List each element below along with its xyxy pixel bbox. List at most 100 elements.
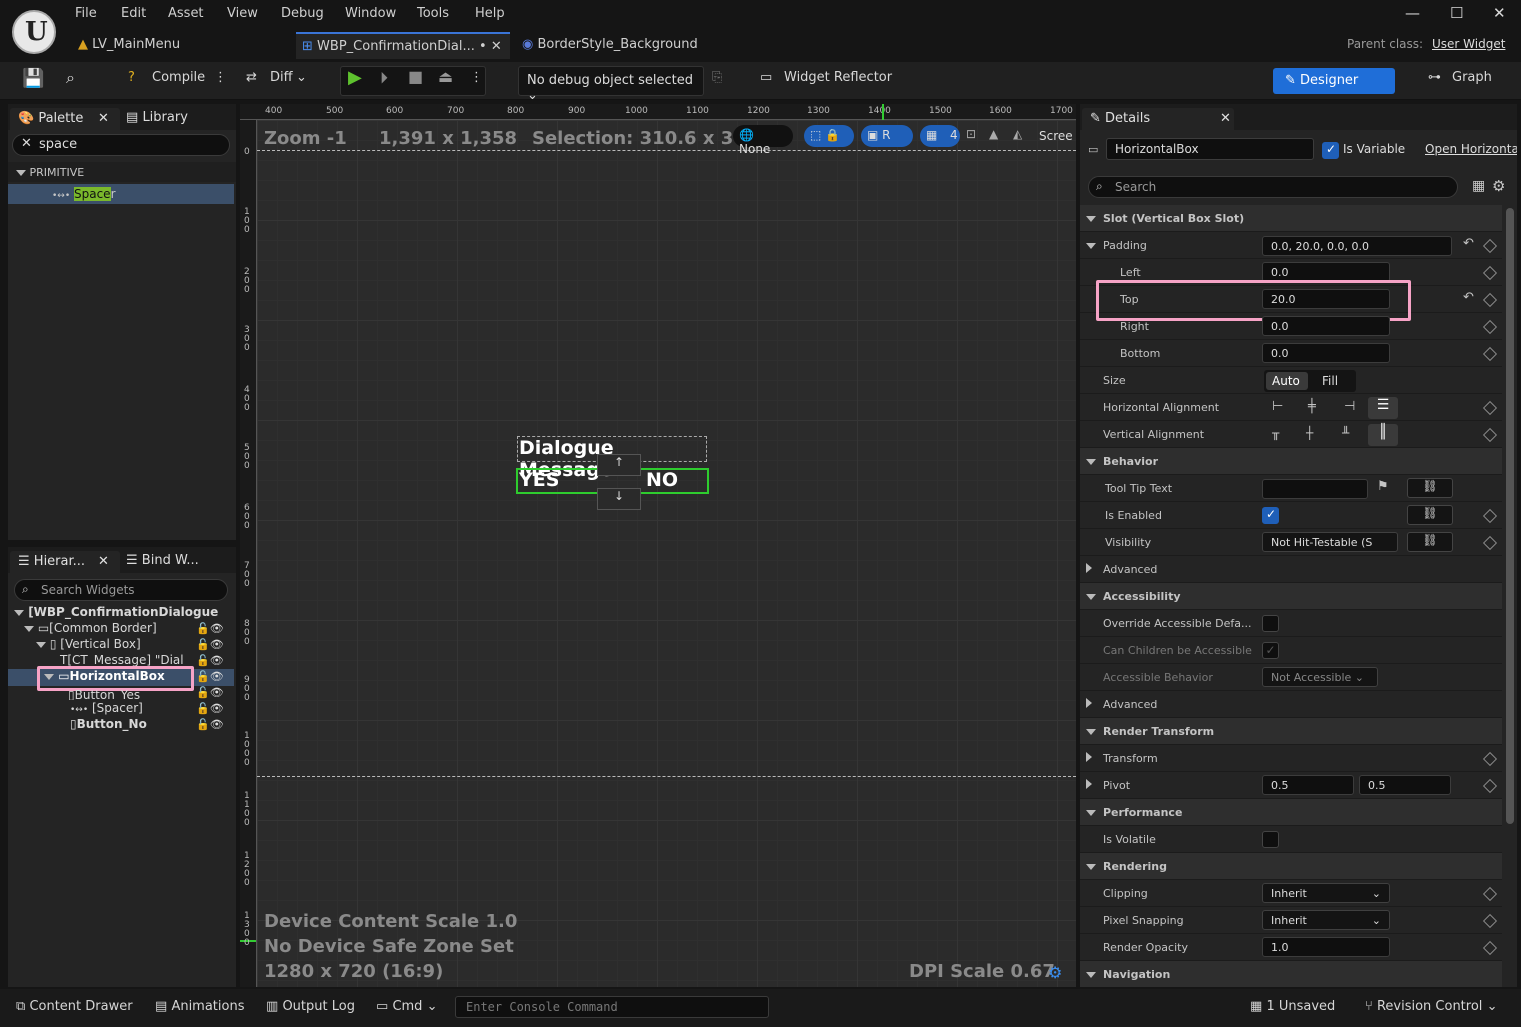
eye-icon[interactable]: 👁 [210, 638, 224, 651]
align-vfill-icon[interactable]: ║ [1368, 424, 1398, 446]
lock-icon[interactable]: 🔓 [196, 654, 210, 667]
dpi-settings-icon[interactable]: ⚙ [1048, 963, 1062, 982]
tab-palette[interactable]: 🎨 Palette ✕ [10, 108, 120, 130]
is-variable-checkbox[interactable] [1322, 142, 1339, 159]
keyframe-diamond-icon[interactable] [1482, 265, 1498, 281]
revision-control-button[interactable]: ⑂ Revision Control ⌄ [1365, 999, 1497, 1014]
prop-advanced[interactable]: Advanced [1080, 556, 1502, 583]
eye-icon[interactable]: 👁 [210, 686, 224, 699]
lock-icon[interactable]: 🔓 [196, 670, 210, 683]
category-primitive[interactable]: PRIMITIVE [8, 162, 236, 182]
background-icon[interactable]: ▲ [989, 127, 998, 141]
align-fill-icon[interactable]: ☰ [1368, 397, 1398, 419]
size-auto-button[interactable]: Auto [1266, 372, 1308, 390]
selection-lock-toggle[interactable]: ⬚ 🔒 [804, 125, 854, 147]
align-bottom-icon[interactable]: ╨ [1342, 426, 1349, 440]
debug-browse-icon[interactable]: ⎘ [712, 70, 722, 85]
unreal-logo[interactable] [12, 10, 56, 54]
collapse-icon[interactable] [1086, 779, 1092, 789]
close-icon[interactable]: ✕ [98, 554, 109, 569]
widget-name-input[interactable]: HorizontalBox [1106, 138, 1314, 160]
respect-locks-toggle[interactable]: ▣ R [861, 125, 913, 147]
details-search-input[interactable]: ⌕ Search [1088, 176, 1458, 198]
close-window-icon[interactable]: ✕ [1493, 4, 1506, 22]
eye-icon[interactable]: 👁 [210, 702, 224, 715]
align-middle-icon[interactable]: ┼ [1306, 426, 1313, 440]
outline-icon[interactable]: ⊡ [966, 127, 976, 141]
lock-icon[interactable]: 🔓 [196, 622, 210, 635]
no-button-text[interactable]: NO [646, 469, 678, 491]
menu-asset[interactable]: Asset [168, 6, 204, 21]
eye-icon[interactable]: 👁 [210, 718, 224, 731]
section-behavior[interactable]: Behavior [1080, 448, 1502, 475]
pixel-snapping-select[interactable]: Inherit ⌄ [1262, 910, 1390, 930]
screen-size-dropdown[interactable]: Scree [1039, 129, 1073, 143]
size-fill-button[interactable]: Fill [1322, 374, 1338, 388]
keyframe-diamond-icon[interactable] [1482, 751, 1498, 767]
section-performance[interactable]: Performance [1080, 799, 1502, 826]
tab-hierarchy[interactable]: ☰ Hierar... ✕ [10, 551, 120, 573]
move-down-button[interactable]: ↓ [597, 488, 641, 510]
keyframe-diamond-icon[interactable] [1482, 319, 1498, 335]
section-navigation[interactable]: Navigation [1080, 961, 1502, 987]
localization-button[interactable]: 🌐 None [733, 125, 793, 156]
is-enabled-checkbox[interactable] [1262, 507, 1279, 524]
keyframe-diamond-icon[interactable] [1482, 886, 1498, 902]
is-volatile-checkbox[interactable] [1262, 831, 1279, 848]
padding-left-input[interactable]: 0.0 [1262, 262, 1390, 282]
grid-size-value[interactable]: 4 [950, 128, 958, 142]
open-widget-link[interactable]: Open Horizonta [1425, 142, 1517, 156]
flag-icon[interactable]: ⚑ [1377, 479, 1389, 494]
keyframe-diamond-icon[interactable] [1482, 535, 1498, 551]
eye-icon[interactable]: 👁 [210, 622, 224, 635]
console-input[interactable]: Enter Console Command [455, 996, 769, 1018]
save-icon[interactable]: 💾 [22, 68, 44, 89]
expand-icon[interactable] [1086, 243, 1096, 249]
section-accessibility[interactable]: Accessibility [1080, 583, 1502, 610]
tab-bind-widgets[interactable]: ☰ Bind W... [126, 553, 199, 568]
keyframe-diamond-icon[interactable] [1482, 508, 1498, 524]
bind-link-icon[interactable]: ⛓ [1407, 532, 1453, 552]
animations-button[interactable]: ▤ Animations [155, 999, 245, 1014]
mirror-icon[interactable]: ◭ [1013, 127, 1022, 141]
keyframe-diamond-icon[interactable] [1482, 400, 1498, 416]
step-icon[interactable]: ⏵ [380, 68, 388, 88]
tab-library[interactable]: ▤ Library [126, 110, 188, 125]
section-render-transform[interactable]: Render Transform [1080, 718, 1502, 745]
pivot-x-input[interactable]: 0.5 [1262, 775, 1354, 795]
tab-lv-mainmenu[interactable]: ▲ LV_MainMenu [78, 32, 288, 59]
keyframe-diamond-icon[interactable] [1482, 238, 1498, 254]
keyframe-diamond-icon[interactable] [1482, 913, 1498, 929]
diff-button[interactable]: Diff [270, 70, 293, 85]
tab-borderstyle[interactable]: ◉ BorderStyle_Background [522, 32, 722, 59]
chevron-down-icon[interactable]: ⌄ [296, 70, 307, 85]
padding-bottom-input[interactable]: 0.0 [1262, 343, 1390, 363]
property-matrix-icon[interactable]: ▦ [1472, 178, 1485, 194]
stop-icon[interactable]: ■ [408, 67, 423, 86]
details-scrollbar[interactable] [1506, 208, 1514, 824]
align-top-icon[interactable]: ╥ [1272, 426, 1279, 440]
close-tab-icon[interactable]: ✕ [491, 39, 502, 54]
clipping-select[interactable]: Inherit ⌄ [1262, 883, 1390, 903]
keyframe-diamond-icon[interactable] [1482, 346, 1498, 362]
clear-search-icon[interactable]: ✕ [21, 136, 32, 151]
padding-input[interactable]: 0.0, 20.0, 0.0, 0.0 [1262, 236, 1452, 256]
lock-icon[interactable]: 🔓 [196, 702, 210, 715]
close-icon[interactable]: ✕ [98, 111, 109, 126]
align-left-icon[interactable]: ⊢ [1272, 399, 1283, 414]
palette-item-spacer[interactable]: •↔• Spacer [8, 184, 234, 204]
widget-reflector-button[interactable]: Widget Reflector [784, 70, 892, 85]
lock-icon[interactable]: 🔓 [196, 686, 210, 699]
palette-search-input[interactable]: ✕ space [12, 134, 230, 156]
hierarchy-row-root[interactable]: [WBP_ConfirmationDialogue [8, 605, 240, 621]
section-slot[interactable]: Slot (Vertical Box Slot) [1080, 205, 1502, 232]
menu-tools[interactable]: Tools [417, 6, 449, 21]
tab-wbp-confirmation[interactable]: ⊞ WBP_ConfirmationDial... • ✕ [296, 32, 510, 59]
eye-icon[interactable]: 👁 [210, 670, 224, 683]
minimize-icon[interactable]: — [1405, 4, 1420, 22]
keyframe-diamond-icon[interactable] [1482, 778, 1498, 794]
section-rendering[interactable]: Rendering [1080, 853, 1502, 880]
menu-view[interactable]: View [227, 6, 258, 21]
close-icon[interactable]: ✕ [1220, 111, 1231, 126]
render-opacity-input[interactable]: 1.0 [1262, 937, 1390, 957]
